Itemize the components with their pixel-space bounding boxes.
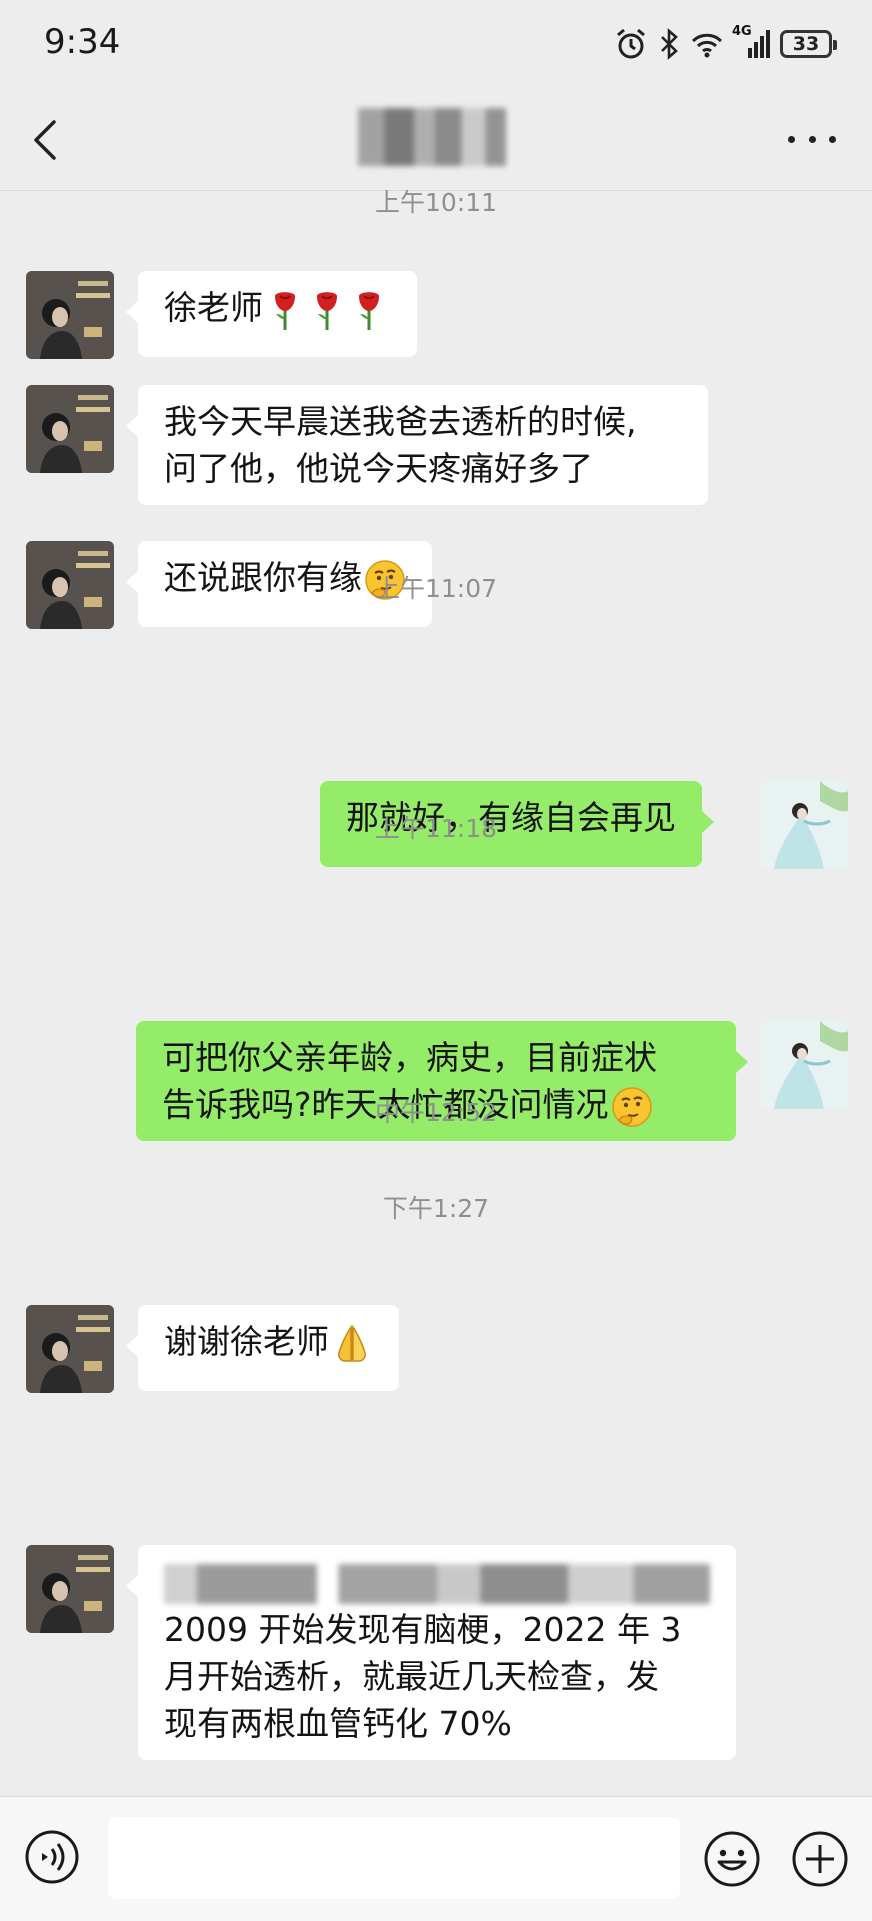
timestamp: 上午11:07	[374, 574, 498, 603]
message-text: 谢谢徐老师	[164, 1322, 329, 1361]
avatar-image	[26, 1545, 114, 1633]
contact-avatar[interactable]	[26, 271, 114, 359]
cell-signal-icon: 4G	[732, 24, 770, 58]
emoji-icon[interactable]	[702, 1829, 762, 1889]
contact-avatar[interactable]	[26, 1545, 114, 1633]
timestamp: 中午12:52	[374, 1098, 498, 1127]
message-text-line: 2009 开始发现有脑梗，2022 年 3	[164, 1610, 682, 1649]
status-bar: 9:34 4G 33	[0, 0, 872, 90]
status-icons: 4G 33	[614, 24, 837, 64]
message-input[interactable]	[108, 1817, 680, 1899]
message-text-line: 可把你父亲年龄，病史，目前症状	[162, 1038, 657, 1077]
bluetooth-icon	[661, 28, 678, 60]
avatar-image	[26, 271, 114, 359]
timestamp: 下午1:27	[382, 1194, 490, 1223]
voice-icon[interactable]	[24, 1829, 80, 1885]
contact-avatar[interactable]	[26, 1305, 114, 1393]
contact-avatar[interactable]	[26, 385, 114, 473]
battery-indicator: 33	[780, 30, 837, 58]
avatar-image	[26, 385, 114, 473]
message-bubble[interactable]: 谢谢徐老师	[126, 1305, 399, 1391]
folded-hands-icon	[338, 1324, 366, 1362]
timestamp: 上午11:18	[374, 814, 498, 843]
message-text-line: 月开始透析，就最近几天检查，发	[164, 1657, 659, 1696]
battery-level: 33	[792, 33, 820, 55]
message-text: 徐老师	[164, 288, 263, 327]
plus-icon[interactable]	[790, 1829, 850, 1889]
message-bubble[interactable]: 我今天早晨送我爸去透析的时候, 问了他，他说今天疼痛好多了	[126, 385, 708, 505]
network-type: 4G	[732, 24, 752, 39]
more-dots-icon[interactable]	[788, 132, 836, 146]
chat-header	[0, 90, 872, 191]
wifi-icon	[691, 33, 723, 58]
message-text-line: 我今天早晨送我爸去透析的时候,	[164, 402, 637, 441]
message-list[interactable]: 上午10:11 徐老师 我今天早晨送我爸去透析的时候, 问了他，他说今天疼痛好多…	[0, 188, 872, 1796]
timestamp: 上午10:11	[374, 188, 498, 217]
message-bubble[interactable]: 2009 开始发现有脑梗，2022 年 3 月开始透析，就最近几天检查，发 现有…	[126, 1545, 736, 1760]
alarm-icon	[617, 28, 645, 59]
redacted-text	[164, 1564, 710, 1604]
chevron-left-icon[interactable]	[26, 116, 66, 164]
message-text-line: 现有两根血管钙化 70%	[164, 1704, 512, 1743]
message-text-line: 问了他，他说今天疼痛好多了	[164, 449, 593, 488]
rose-icon	[275, 291, 379, 330]
input-bar	[0, 1796, 872, 1921]
chat-title-redacted	[358, 108, 506, 166]
status-time: 9:34	[44, 22, 121, 62]
avatar-image	[26, 1305, 114, 1393]
message-bubble[interactable]: 徐老师	[126, 271, 417, 357]
